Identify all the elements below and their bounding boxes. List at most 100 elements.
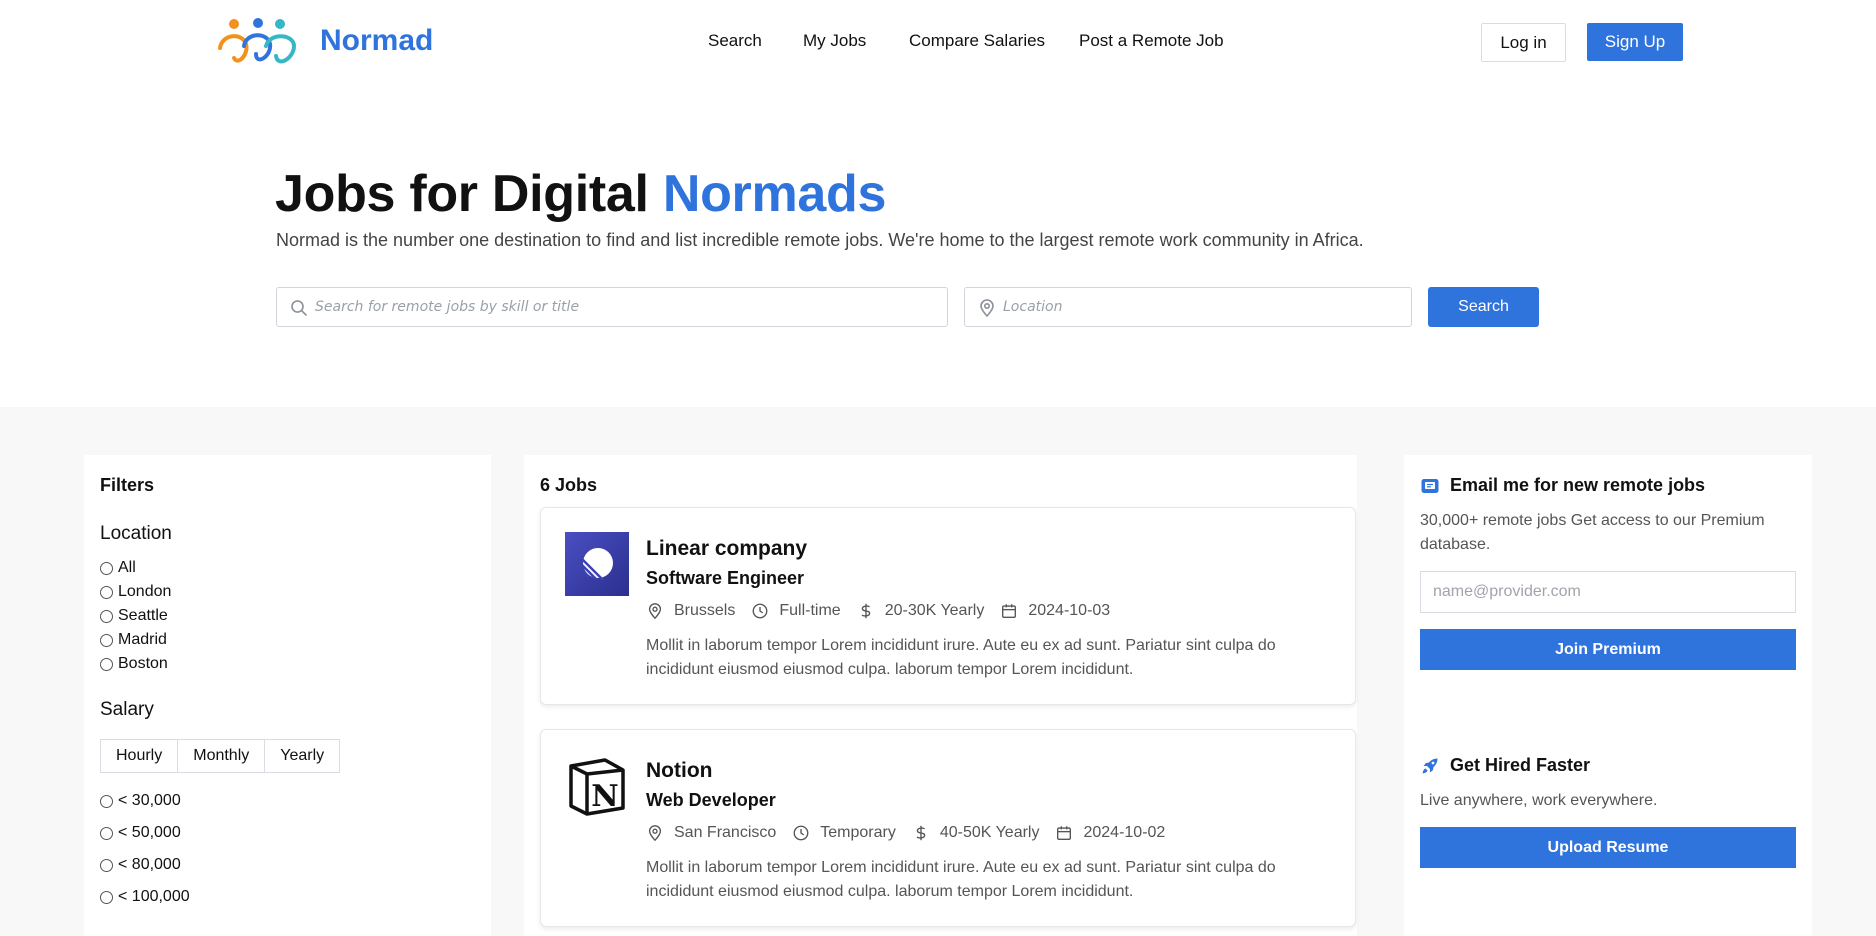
page-title: Jobs for Digital Normads [275, 164, 886, 224]
newsletter-heading: Email me for new remote jobs [1420, 475, 1705, 496]
company-name[interactable]: Linear company [646, 537, 807, 561]
job-card[interactable]: N Notion Web Developer San Francisco Tem… [540, 729, 1356, 927]
job-meta: San Francisco Temporary 40-50K Yearly 20… [646, 824, 1181, 842]
notion-logo-icon: N [569, 758, 625, 816]
location-option-madrid[interactable]: Madrid [100, 631, 167, 649]
clock-icon [752, 603, 768, 619]
period-yearly-button[interactable]: Yearly [264, 739, 341, 773]
upload-resume-button[interactable]: Upload Resume [1420, 827, 1796, 868]
nav-my-jobs[interactable]: My Jobs [803, 31, 866, 51]
salary-option-30000[interactable]: < 30,000 [100, 792, 181, 810]
map-pin-icon [648, 825, 662, 842]
job-type: Temporary [820, 824, 896, 841]
option-label: < 80,000 [118, 856, 181, 873]
calendar-icon [1057, 826, 1072, 840]
mail-icon [1421, 478, 1439, 493]
location-option-london[interactable]: London [100, 583, 171, 601]
job-search-input[interactable] [315, 288, 939, 326]
map-pin-icon [648, 603, 662, 620]
job-description: Mollit in laborum tempor Lorem incididun… [646, 637, 1276, 678]
nav-search[interactable]: Search [708, 31, 762, 51]
job-location: Brussels [674, 602, 736, 619]
period-monthly-button[interactable]: Monthly [177, 739, 266, 773]
job-type: Full-time [779, 602, 841, 619]
radio-button[interactable] [100, 858, 113, 872]
newsletter-title: Email me for new remote jobs [1450, 475, 1706, 495]
option-label: London [118, 583, 172, 600]
salary-period-toggle: Hourly Monthly Yearly [100, 739, 341, 773]
brand-logo[interactable]: Normad [216, 18, 433, 70]
radio-button[interactable] [100, 585, 113, 599]
hero-subtitle: Normad is the number one destination to … [276, 230, 1364, 250]
page-title-prefix: Jobs for Digital [275, 165, 663, 223]
job-title[interactable]: Software Engineer [646, 568, 804, 589]
jobs-count: 6 Jobs [540, 475, 598, 495]
period-hourly-button[interactable]: Hourly [100, 739, 179, 773]
job-description: Mollit in laborum tempor Lorem incididun… [646, 859, 1276, 900]
filters-panel: Filters Location All London Seattle Madr… [84, 455, 491, 936]
location-option-all[interactable]: All [100, 559, 136, 577]
dollar-icon [861, 603, 870, 619]
search-icon [291, 300, 307, 316]
search-button[interactable]: Search [1428, 287, 1539, 327]
svg-text:N: N [591, 779, 618, 814]
job-salary: 40-50K Yearly [939, 824, 1040, 841]
salary-option-80000[interactable]: < 80,000 [100, 856, 181, 874]
job-search-field[interactable] [276, 287, 948, 327]
job-meta: Brussels Full-time 20-30K Yearly 2024-10… [646, 602, 1126, 620]
location-field[interactable] [964, 287, 1412, 327]
job-salary: 20-30K Yearly [884, 602, 985, 619]
hired-heading: Get Hired Faster [1420, 755, 1590, 776]
option-label: Boston [118, 655, 168, 672]
rocket-icon [1422, 758, 1438, 773]
job-date: 2024-10-03 [1028, 602, 1111, 619]
nav-post-remote-job[interactable]: Post a Remote Job [1079, 31, 1224, 51]
radio-button[interactable] [100, 657, 113, 671]
radio-button[interactable] [100, 890, 113, 904]
company-name[interactable]: Notion [646, 759, 712, 783]
linear-logo-icon [565, 532, 629, 596]
hired-title: Get Hired Faster [1450, 755, 1591, 775]
nav-compare-salaries[interactable]: Compare Salaries [909, 31, 1045, 51]
location-filter-label: Location [100, 523, 172, 544]
clock-icon [793, 825, 809, 841]
email-input[interactable] [1433, 572, 1783, 612]
location-option-seattle[interactable]: Seattle [100, 607, 168, 625]
calendar-icon [1002, 604, 1017, 618]
email-field[interactable] [1420, 571, 1796, 613]
join-premium-button[interactable]: Join Premium [1420, 629, 1796, 670]
newsletter-text: 30,000+ remote jobs Get access to our Pr… [1420, 512, 1765, 553]
login-button[interactable]: Log in [1481, 23, 1566, 62]
dollar-icon [916, 825, 926, 841]
radio-button[interactable] [100, 609, 113, 623]
job-date: 2024-10-02 [1083, 824, 1166, 841]
radio-button[interactable] [100, 794, 113, 808]
header: Normad Search My Jobs Compare Salaries P… [0, 0, 1876, 86]
jobs-panel: 6 Jobs Linear company Software Engineer … [524, 455, 1357, 936]
page-title-accent: Normads [662, 165, 887, 223]
job-title[interactable]: Web Developer [646, 790, 776, 811]
brand-name: Normad [320, 24, 434, 57]
job-location: San Francisco [674, 824, 777, 841]
radio-button[interactable] [100, 633, 113, 647]
sidebar-panel: Email me for new remote jobs 30,000+ rem… [1404, 455, 1812, 936]
location-option-boston[interactable]: Boston [100, 655, 168, 673]
signup-button[interactable]: Sign Up [1587, 23, 1683, 61]
location-input[interactable] [1003, 288, 1403, 326]
radio-button[interactable] [100, 561, 113, 575]
salary-filter-label: Salary [100, 699, 154, 720]
option-label: < 100,000 [118, 888, 190, 905]
salary-option-100000[interactable]: < 100,000 [100, 888, 190, 906]
option-label: < 50,000 [118, 824, 181, 841]
radio-button[interactable] [100, 826, 113, 840]
option-label: Seattle [118, 607, 168, 624]
option-label: All [118, 559, 136, 576]
people-logo-icon [218, 18, 297, 64]
filters-title: Filters [100, 475, 155, 495]
salary-option-50000[interactable]: < 50,000 [100, 824, 181, 842]
map-pin-icon [980, 299, 994, 318]
job-card[interactable]: Linear company Software Engineer Brussel… [540, 507, 1356, 705]
option-label: < 30,000 [118, 792, 181, 809]
hired-text: Live anywhere, work everywhere. [1420, 792, 1658, 809]
option-label: Madrid [118, 631, 167, 648]
